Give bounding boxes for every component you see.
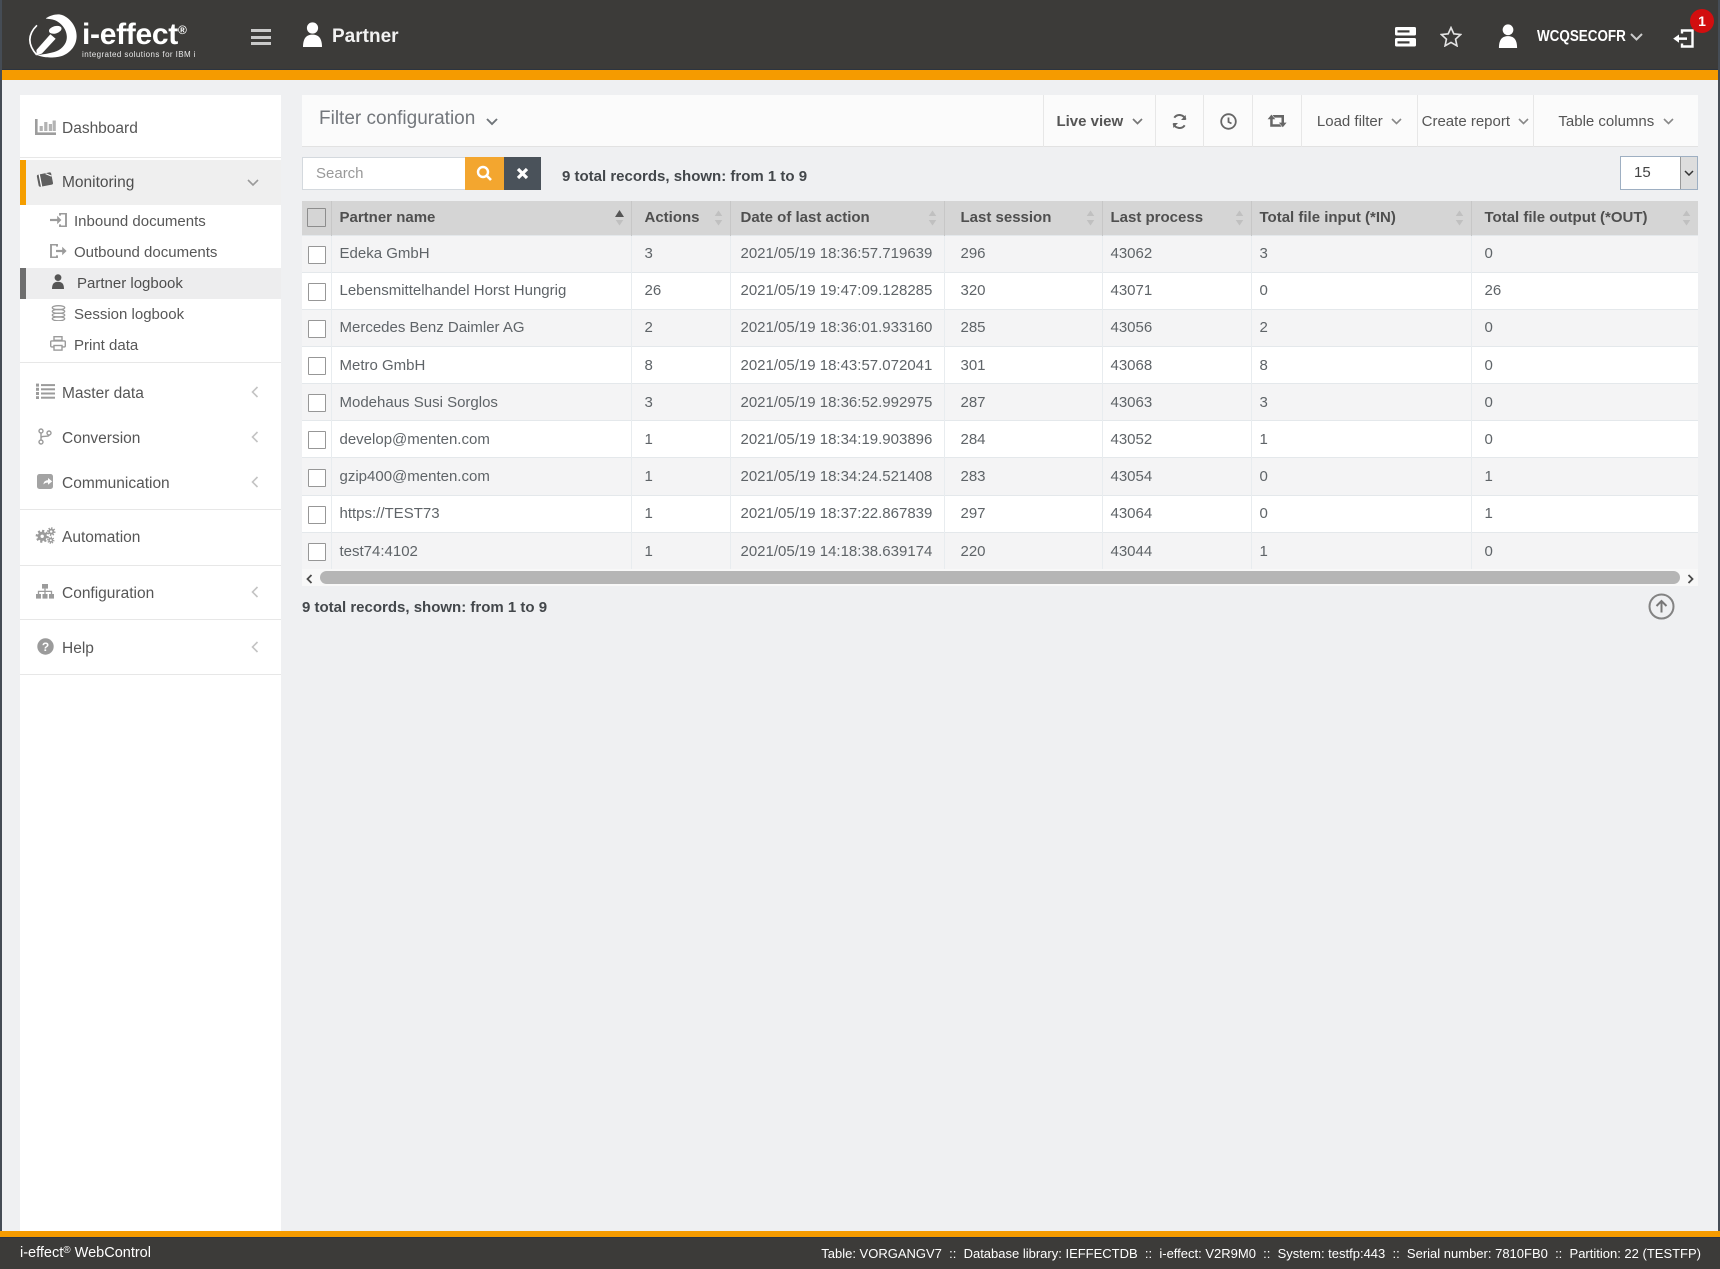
svg-text:?: ? xyxy=(41,640,48,654)
